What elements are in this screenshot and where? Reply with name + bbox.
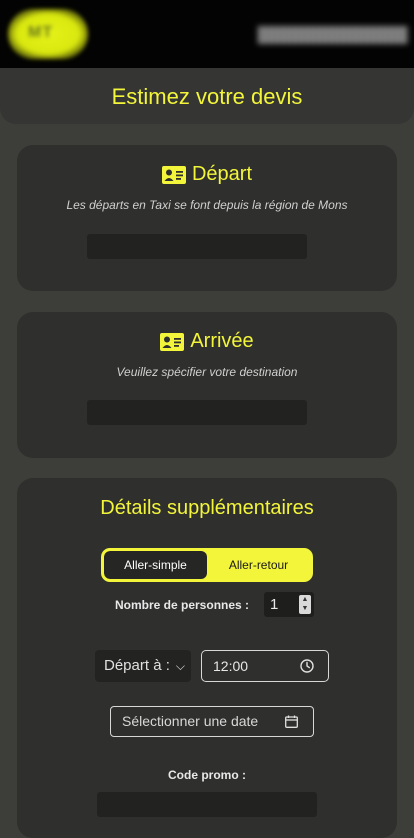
promo-input[interactable] xyxy=(97,792,317,817)
date-input[interactable]: Sélectionner une date xyxy=(110,706,314,737)
details-heading: Détails supplémentaires xyxy=(100,497,314,519)
one-way-option[interactable]: Aller-simple xyxy=(104,551,207,579)
departure-subtitle: Les départs en Taxi se font depuis la ré… xyxy=(66,198,348,212)
arrival-subtitle: Veuillez spécifier votre destination xyxy=(116,365,298,379)
departure-input[interactable] xyxy=(87,234,307,259)
arrival-input[interactable] xyxy=(87,400,307,425)
page-title: Estimez votre devis xyxy=(111,84,303,109)
arrival-card: Arrivée Veuillez spécifier votre destina… xyxy=(17,312,397,458)
departure-card: Départ Les départs en Taxi se font depui… xyxy=(17,145,397,291)
arrival-heading: Arrivée xyxy=(190,330,254,352)
persons-label: Nombre de personnes : xyxy=(115,598,250,612)
departure-heading: Départ xyxy=(191,163,253,185)
calendar-icon[interactable] xyxy=(285,715,298,728)
chevron-down-icon: ⌵ xyxy=(175,659,185,673)
chevron-up-icon[interactable]: ▲ xyxy=(299,595,311,604)
departure-mode-select[interactable]: Départ à : ⌵ xyxy=(95,650,191,682)
chevron-down-icon[interactable]: ▼ xyxy=(299,604,311,613)
date-placeholder: Sélectionner une date xyxy=(122,713,259,729)
persons-input[interactable]: 1 ▲ ▼ xyxy=(264,592,314,617)
id-card-icon xyxy=(160,332,185,351)
persons-value: 1 xyxy=(270,596,279,613)
round-trip-option[interactable]: Aller-retour xyxy=(207,551,310,579)
header-nav-link[interactable] xyxy=(258,26,408,44)
details-card: Détails supplémentaires Aller-simple All… xyxy=(17,478,397,838)
id-card-icon xyxy=(161,165,186,184)
promo-label: Code promo : xyxy=(168,768,246,782)
persons-stepper[interactable]: ▲ ▼ xyxy=(299,595,311,614)
clock-icon[interactable] xyxy=(300,659,314,673)
departure-mode-value: Départ à : xyxy=(104,657,170,674)
logo-text: MT xyxy=(28,24,54,41)
top-bar: MT xyxy=(0,0,414,68)
time-input[interactable]: 12:00 xyxy=(201,650,329,682)
trip-type-toggle: Aller-simple Aller-retour xyxy=(101,548,313,582)
time-value: 12:00 xyxy=(213,658,249,674)
